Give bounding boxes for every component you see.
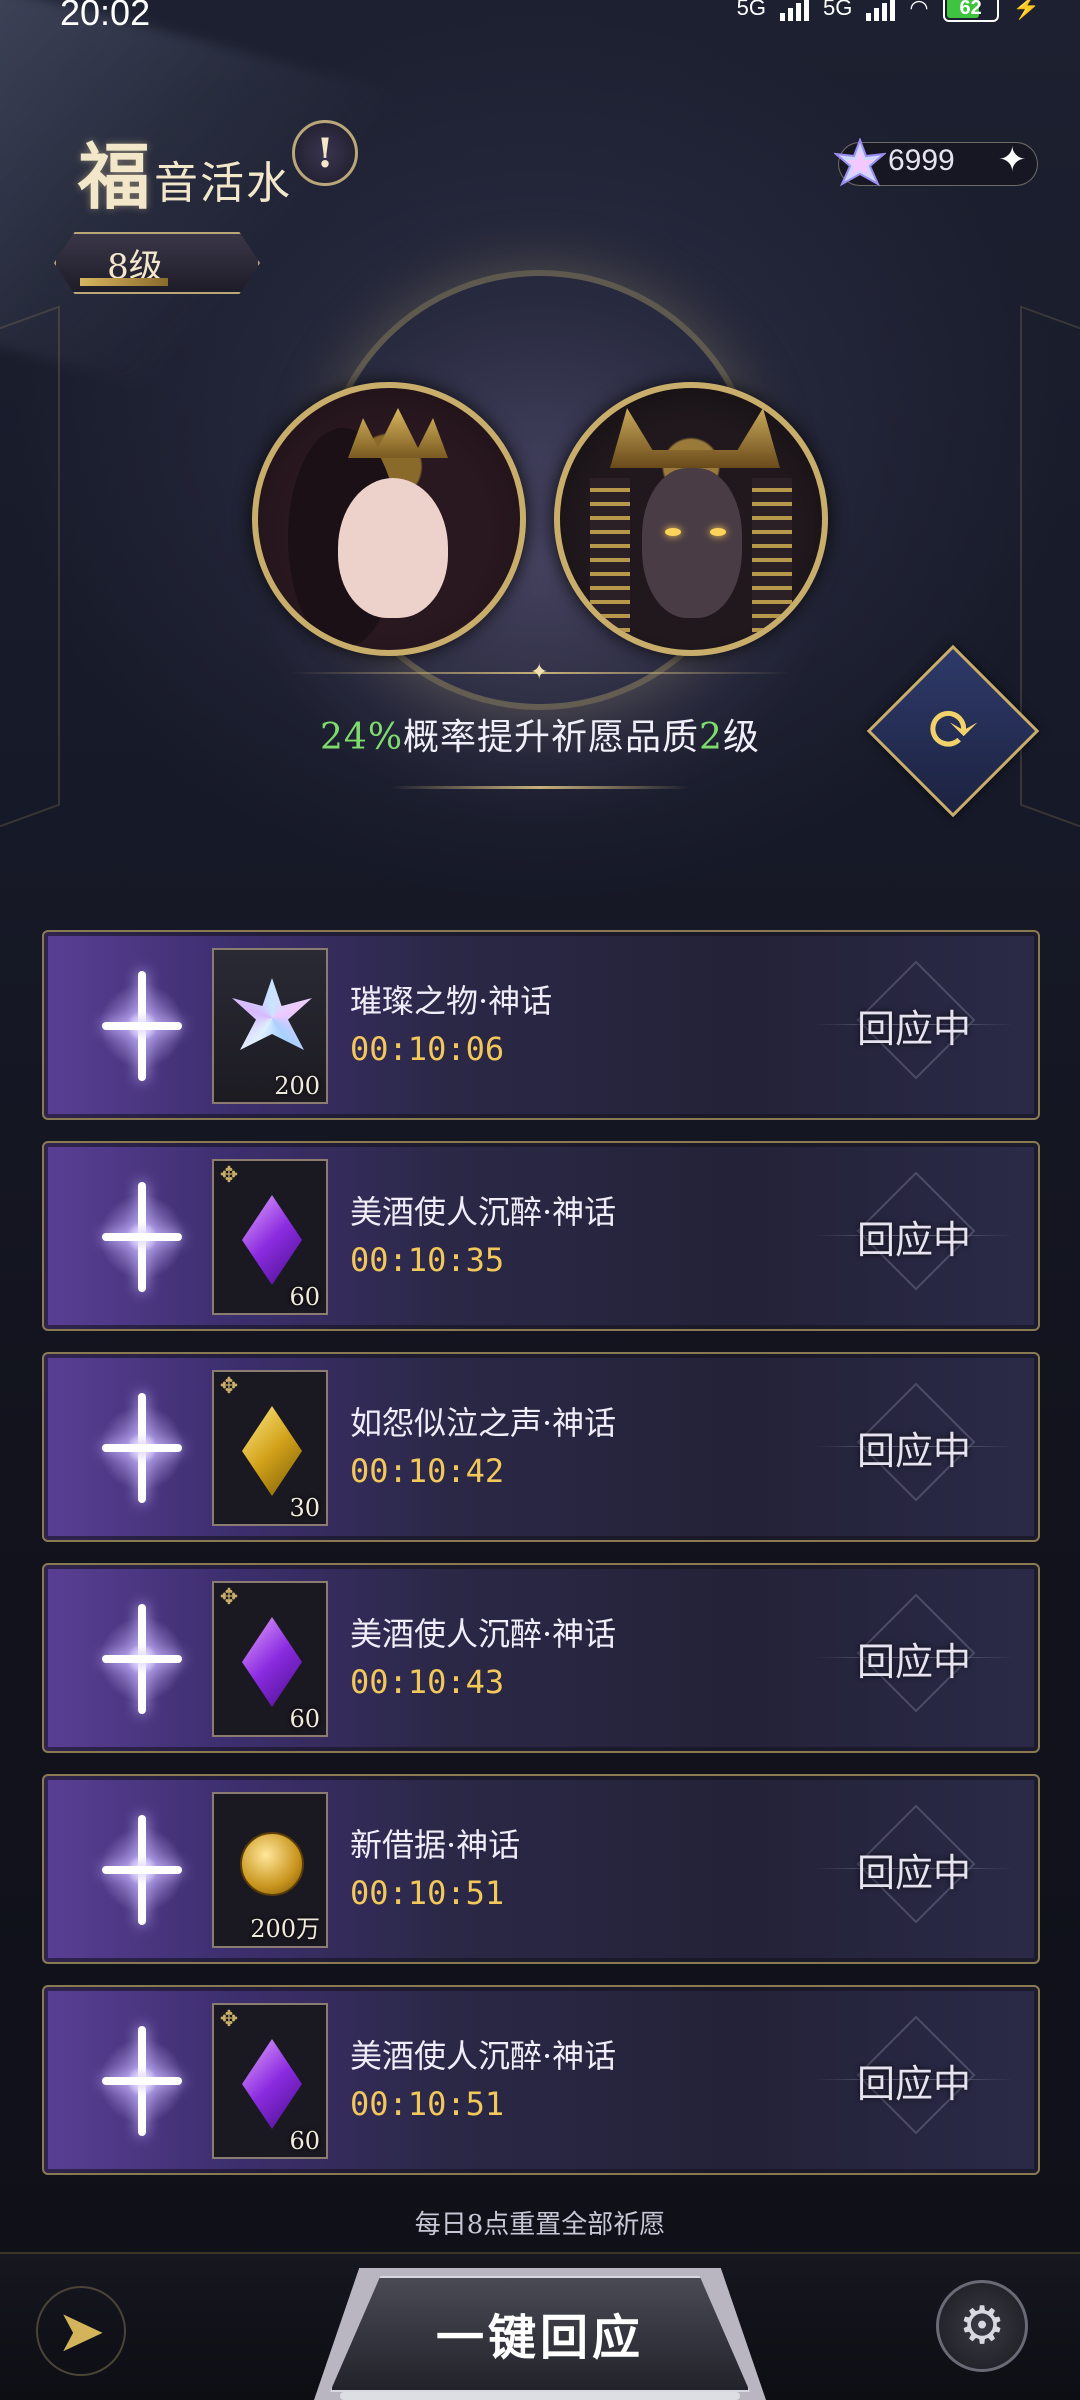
respond-status[interactable]: 回应中: [814, 1394, 1014, 1504]
gold-gem-icon: [242, 1406, 302, 1496]
item-name: 美酒使人沉醉·神话: [350, 1615, 617, 1653]
item-name: 如怨似泣之声·神话: [350, 1404, 617, 1442]
respond-label: 回应中: [856, 2062, 971, 2106]
wish-row[interactable]: 200万 新借据·神话 00:10:51 回应中: [42, 1774, 1040, 1964]
bolt-icon: ⚡: [1012, 0, 1040, 20]
item-count: 60: [289, 2127, 320, 2155]
home-indicator[interactable]: [340, 2392, 740, 2400]
card-corner-icon: ✥: [219, 1585, 239, 1610]
item-count: 200万: [250, 1915, 320, 1943]
network-label-1: 5G: [736, 0, 767, 20]
item-card[interactable]: 200: [212, 948, 328, 1104]
exclamation-icon: !: [316, 129, 334, 177]
respond-status[interactable]: 回应中: [814, 2027, 1014, 2137]
item-timer: 00:10:51: [350, 1874, 505, 1912]
respond-status[interactable]: 回应中: [814, 1183, 1014, 1293]
signal-icon: [780, 0, 810, 21]
item-card[interactable]: 200万: [212, 1792, 328, 1948]
wish-row[interactable]: ✥ 60 美酒使人沉醉·神话 00:10:51 回应中: [42, 1985, 1040, 2175]
purple-gem-icon: [242, 1195, 302, 1285]
character-portrait-right[interactable]: [554, 382, 828, 656]
item-count: 60: [289, 1283, 320, 1311]
item-count: 200: [274, 1072, 320, 1100]
card-corner-icon: ✥: [219, 1163, 239, 1188]
respond-label: 回应中: [856, 1218, 971, 1262]
star-icon: [82, 1388, 202, 1508]
coin-icon: [240, 1832, 304, 1896]
title-first-char: 福: [78, 134, 151, 219]
item-timer: 00:10:06: [350, 1030, 505, 1068]
settings-button[interactable]: ⚙: [936, 2280, 1028, 2372]
item-name: 美酒使人沉醉·神话: [350, 2037, 617, 2075]
item-name: 美酒使人沉醉·神话: [350, 1193, 617, 1231]
respond-label: 回应中: [856, 1429, 971, 1473]
respond-status[interactable]: 回应中: [814, 972, 1014, 1082]
item-count: 30: [289, 1494, 320, 1522]
signal-icon-2: [866, 0, 896, 21]
purple-gem-icon: [242, 2039, 302, 2129]
star-icon: [82, 1599, 202, 1719]
respond-status[interactable]: 回应中: [814, 1605, 1014, 1715]
item-card[interactable]: ✥ 60: [212, 1581, 328, 1737]
status-icons: 5G 5G ◠ 62 ⚡: [737, 0, 1040, 22]
item-card[interactable]: ✥ 30: [212, 1370, 328, 1526]
item-timer: 00:10:43: [350, 1663, 505, 1701]
crystal-icon: [834, 138, 886, 187]
boost-underline: [390, 786, 690, 789]
wish-row[interactable]: ✥ 60 美酒使人沉醉·神话 00:10:35 回应中: [42, 1141, 1040, 1331]
wish-row[interactable]: ✥ 30 如怨似泣之声·神话 00:10:42 回应中: [42, 1352, 1040, 1542]
wifi-icon: ◠: [909, 0, 929, 20]
respond-label: 回应中: [856, 1007, 971, 1051]
status-bar: 20:02 5G 5G ◠ 62 ⚡: [0, 0, 1080, 40]
sparkle-plus-icon[interactable]: ✦: [998, 140, 1027, 180]
item-timer: 00:10:35: [350, 1241, 505, 1279]
star-icon: [82, 1810, 202, 1930]
battery-icon: 62: [942, 0, 999, 22]
page-title: 福 音活水: [78, 118, 292, 223]
star-icon: [82, 2021, 202, 2141]
item-count: 60: [289, 1705, 320, 1733]
card-corner-icon: ✥: [219, 1374, 239, 1399]
wish-row[interactable]: 200 璀璨之物·神话 00:10:06 回应中: [42, 930, 1040, 1120]
item-name: 璀璨之物·神话: [350, 982, 553, 1020]
boost-percent: 24%: [320, 717, 404, 758]
back-button[interactable]: ➤: [36, 2286, 126, 2376]
item-card[interactable]: ✥ 60: [212, 1159, 328, 1315]
battery-level: 62: [959, 0, 982, 19]
purple-gem-icon: [242, 1617, 302, 1707]
character-portrait-left[interactable]: [252, 382, 526, 656]
boost-level: 2: [699, 717, 723, 758]
divider-star-icon: ✦: [530, 660, 549, 685]
star-icon: [82, 966, 202, 1086]
item-timer: 00:10:42: [350, 1452, 505, 1490]
reset-note: 每日8点重置全部祈愿: [414, 2210, 666, 2240]
network-label-2: 5G: [823, 0, 853, 20]
boost-text-middle: 概率提升祈愿品质: [403, 717, 700, 758]
respond-label: 回应中: [856, 1640, 971, 1684]
respond-status[interactable]: 回应中: [814, 1816, 1014, 1926]
info-button[interactable]: !: [292, 120, 358, 186]
refresh-icon[interactable]: ⟳: [918, 692, 988, 766]
gear-icon: ⚙: [958, 2296, 1006, 2356]
wish-row[interactable]: ✥ 60 美酒使人沉醉·神话 00:10:43 回应中: [42, 1563, 1040, 1753]
status-time: 20:02: [60, 0, 151, 33]
star-icon: [82, 1177, 202, 1297]
crystal-item-icon: [232, 978, 312, 1050]
item-card[interactable]: ✥ 60: [212, 2003, 328, 2159]
level-progress-bar: [80, 278, 168, 286]
one-key-respond-label[interactable]: 一键回应: [330, 2298, 750, 2368]
currency-count: 6999: [888, 144, 955, 177]
boost-text-end: 级: [722, 717, 760, 758]
respond-label: 回应中: [856, 1851, 971, 1895]
title-rest: 音活水: [154, 157, 293, 209]
item-name: 新借据·神话: [350, 1826, 521, 1864]
card-corner-icon: ✥: [219, 2007, 239, 2032]
item-timer: 00:10:51: [350, 2085, 505, 2123]
back-arrow-icon: ➤: [56, 2297, 106, 2365]
